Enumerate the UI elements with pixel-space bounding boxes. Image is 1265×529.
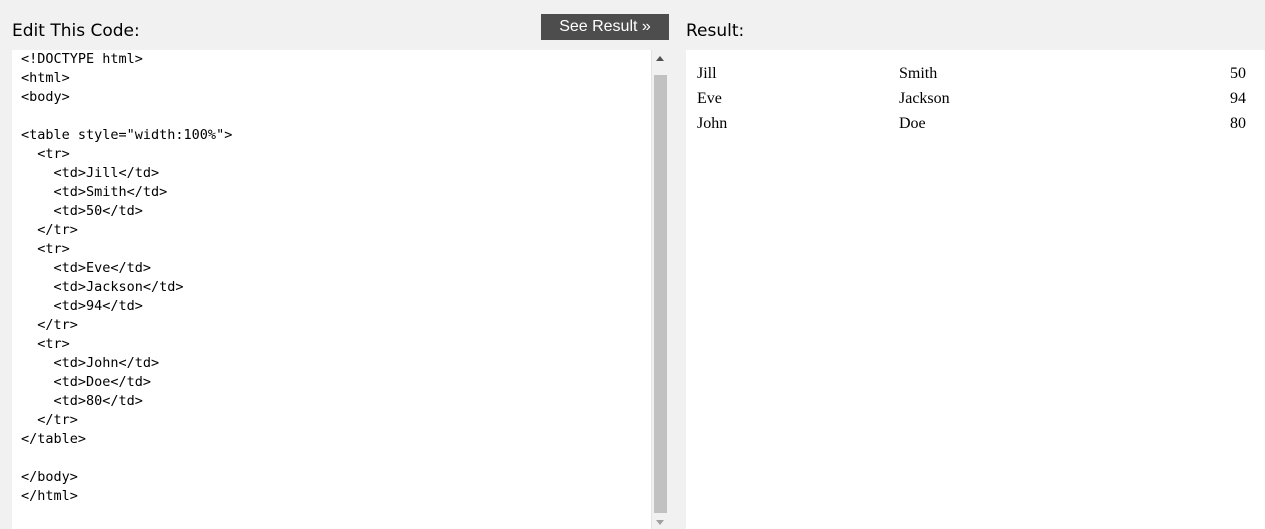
code-editor[interactable]: <!DOCTYPE html> <html> <body> <table sty… [12,50,669,529]
editor-header: Edit This Code: See Result » [0,0,680,50]
result-label: Result: [686,21,745,41]
scroll-thumb[interactable] [654,75,667,513]
table-row: John Doe 80 [696,112,1247,135]
scroll-down-arrow-icon[interactable] [656,520,664,525]
edit-code-label: Edit This Code: [12,21,140,41]
scroll-up-arrow-icon[interactable] [656,56,664,61]
result-pane: Jill Smith 50 Eve Jackson 94 John Doe 80 [686,50,1265,529]
table-cell: Eve [697,90,722,107]
editor-scrollbar[interactable] [651,50,669,529]
result-table: Jill Smith 50 Eve Jackson 94 John Doe 80 [694,60,1249,137]
tryit-editor-window: Edit This Code: See Result » <!DOCTYPE h… [0,0,1265,529]
table-cell: Jill [697,65,717,82]
table-cell: 80 [1230,115,1246,132]
table-cell: 50 [1230,65,1246,82]
table-cell: 94 [1230,90,1246,107]
table-cell: John [697,115,728,132]
code-text[interactable]: <!DOCTYPE html> <html> <body> <table sty… [21,50,232,506]
table-cell: Jackson [899,90,950,107]
see-result-button[interactable]: See Result » [541,14,669,40]
table-row: Jill Smith 50 [696,62,1247,85]
table-cell: Smith [899,65,938,82]
table-cell: Doe [899,115,926,132]
table-row: Eve Jackson 94 [696,87,1247,110]
